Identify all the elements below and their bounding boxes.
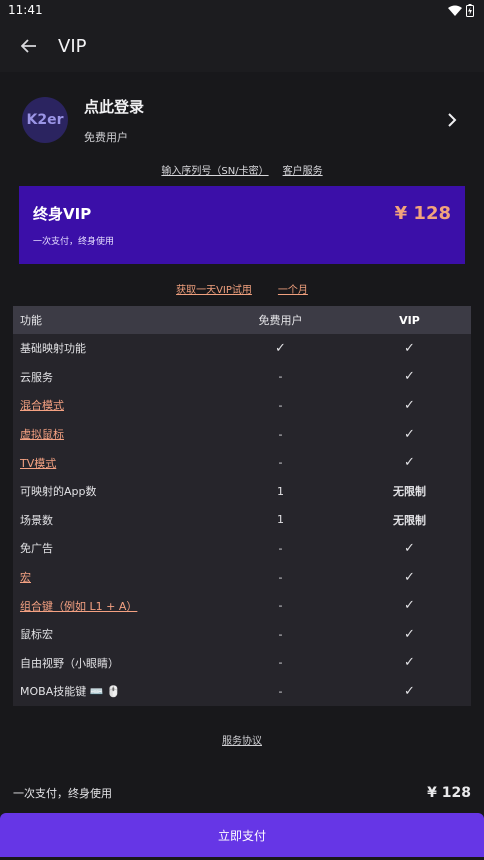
free-value: - <box>278 570 283 584</box>
trial-links: 获取一天VIP试用 一个月 <box>0 280 484 296</box>
app-bar: VIP <box>0 20 484 72</box>
page-title: VIP <box>58 35 87 57</box>
bottom-description: 一次支付，终身使用 <box>13 787 112 800</box>
header-free-user: 免费用户 <box>258 314 303 327</box>
feature-link[interactable]: 混合模式 <box>20 399 64 412</box>
table-row: 基础映射功能 ✓ ✓ <box>13 334 471 363</box>
free-value: 1 <box>277 484 284 498</box>
bottom-price: ¥ 128 <box>427 785 471 801</box>
status-icons <box>448 3 474 17</box>
vip-value: ✓ <box>404 655 415 671</box>
table-row: 可映射的App数 1 无限制 <box>13 476 471 506</box>
plan-subtitle: 一次支付，终身使用 <box>33 237 115 247</box>
arrow-left-icon <box>21 39 36 53</box>
feature-name: 自由视野（小眼睛） <box>20 656 119 670</box>
vip-value: ✓ <box>404 569 415 585</box>
vip-value: ✓ <box>404 369 415 385</box>
vip-plan-card[interactable]: 终身VIP ¥ 128 一次支付，终身使用 <box>19 186 465 264</box>
vip-value: ✓ <box>404 598 415 614</box>
table-row: 组合键（例如 L1 + A） - ✓ <box>13 591 471 620</box>
terms-of-service-link[interactable]: 服务协议 <box>0 732 484 747</box>
battery-icon <box>466 3 474 17</box>
table-header-row: 功能 免费用户 VIP <box>13 306 471 334</box>
free-value: - <box>278 398 283 412</box>
back-button[interactable] <box>16 33 42 59</box>
status-bar: 11:41 <box>0 0 484 20</box>
main-content: K2er 点此登录 免费用户 输入序列号（SN/卡密） 客户服务 终身VIP ¥… <box>0 72 484 860</box>
profile-row[interactable]: K2er 点此登录 免费用户 <box>0 72 484 156</box>
free-value: - <box>278 370 283 384</box>
bottom-summary: 一次支付，终身使用 ¥ 128 <box>0 780 484 806</box>
table-row: 鼠标宏 - ✓ <box>13 619 471 649</box>
free-value: ✓ <box>275 340 286 356</box>
feature-comparison-table: 功能 免费用户 VIP 基础映射功能 ✓ ✓ 云服务 - ✓ 混合模式 - ✓ <box>13 306 471 706</box>
customer-service-link[interactable]: 客户服务 <box>283 162 323 177</box>
vip-value: ✓ <box>404 540 415 556</box>
header-vip: VIP <box>399 313 420 327</box>
feature-name: 鼠标宏 <box>20 628 53 642</box>
feature-name: 可映射的App数 <box>20 485 97 499</box>
one-day-trial-link[interactable]: 获取一天VIP试用 <box>176 281 252 296</box>
feature-name: 免广告 <box>20 542 53 556</box>
feature-link[interactable]: TV模式 <box>20 457 56 470</box>
feature-link[interactable]: 组合键（例如 L1 + A） <box>20 600 137 613</box>
vip-value: 无限制 <box>393 485 426 499</box>
free-value: - <box>278 627 283 641</box>
profile-text: 点此登录 免费用户 <box>84 96 442 145</box>
free-value: - <box>278 456 283 470</box>
feature-name: MOBA技能键 ⌨️ 🖱️ <box>20 685 121 699</box>
vip-value: ✓ <box>404 683 415 699</box>
feature-name: 场景数 <box>20 513 53 527</box>
plan-name: 终身VIP <box>33 205 92 223</box>
header-feature: 功能 <box>20 314 42 327</box>
feature-link[interactable]: 宏 <box>20 571 31 584</box>
pay-now-button[interactable]: 立即支付 <box>0 813 484 857</box>
serial-number-link[interactable]: 输入序列号（SN/卡密） <box>161 162 268 177</box>
login-label: 点此登录 <box>84 97 145 116</box>
free-value: - <box>278 656 283 670</box>
wifi-icon <box>448 5 462 16</box>
vip-value: 无限制 <box>393 513 426 527</box>
table-row: 自由视野（小眼睛） - ✓ <box>13 648 471 678</box>
vip-value: ✓ <box>404 426 415 442</box>
table-row: 免广告 - ✓ <box>13 534 471 563</box>
feature-name: 基础映射功能 <box>20 342 86 356</box>
table-row: 宏 - ✓ <box>13 562 471 592</box>
vip-value: ✓ <box>404 397 415 413</box>
vip-value: ✓ <box>404 455 415 471</box>
free-value: - <box>278 427 283 441</box>
plan-price: ¥ 128 <box>394 203 451 224</box>
free-value: - <box>278 599 283 613</box>
feature-link[interactable]: 虚拟鼠标 <box>20 428 64 441</box>
table-row: 云服务 - ✓ <box>13 362 471 392</box>
table-row: 混合模式 - ✓ <box>13 391 471 420</box>
account-links: 输入序列号（SN/卡密） 客户服务 <box>0 158 484 180</box>
table-row: 场景数 1 无限制 <box>13 505 471 535</box>
free-value: 1 <box>277 513 284 527</box>
chevron-right-icon <box>448 113 457 127</box>
one-month-link[interactable]: 一个月 <box>278 281 308 296</box>
table-row: 虚拟鼠标 - ✓ <box>13 419 471 449</box>
feature-name: 云服务 <box>20 370 53 384</box>
free-value: - <box>278 684 283 698</box>
vip-value: ✓ <box>404 626 415 642</box>
free-value: - <box>278 541 283 555</box>
user-type-label: 免费用户 <box>84 130 128 144</box>
vip-value: ✓ <box>404 340 415 356</box>
avatar: K2er <box>22 97 68 143</box>
table-row: MOBA技能键 ⌨️ 🖱️ - ✓ <box>13 677 471 706</box>
table-row: TV模式 - ✓ <box>13 448 471 477</box>
status-time: 11:41 <box>8 3 43 17</box>
